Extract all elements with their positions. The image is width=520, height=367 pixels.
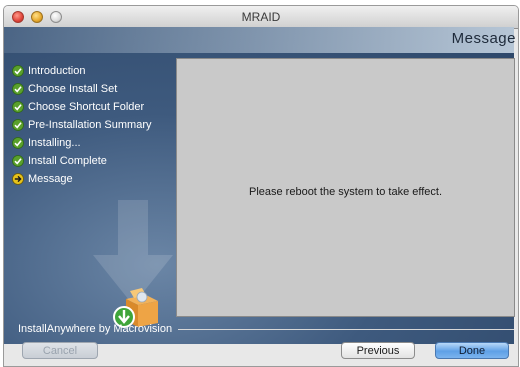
done-button[interactable]: Done — [435, 342, 509, 359]
title-bar: MRAID — [4, 6, 518, 29]
step-item-choose-install-set: Choose Install Set — [12, 80, 152, 98]
content-panel: Please reboot the system to take effect. — [176, 58, 515, 317]
step-item-installing: Installing... — [12, 134, 152, 152]
step-label: Message — [28, 173, 73, 185]
message-text: Please reboot the system to take effect. — [248, 186, 442, 198]
installer-brand: InstallAnywhere by Macrovision — [18, 323, 173, 335]
arrow-right-icon — [12, 173, 24, 185]
checkmark-icon — [12, 101, 24, 113]
step-list: Introduction Choose Install Set Choose S… — [12, 62, 152, 188]
footer-divider — [178, 329, 514, 330]
page-heading: Message — [451, 30, 516, 47]
step-item-message: Message — [12, 170, 152, 188]
step-item-choose-shortcut-folder: Choose Shortcut Folder — [12, 98, 152, 116]
step-label: Introduction — [28, 65, 86, 77]
step-item-install-complete: Install Complete — [12, 152, 152, 170]
checkmark-icon — [12, 83, 24, 95]
step-label: Choose Shortcut Folder — [28, 101, 145, 113]
checkmark-icon — [12, 65, 24, 77]
checkmark-icon — [12, 119, 24, 131]
window-title: MRAID — [241, 10, 281, 24]
step-item-pre-installation-summary: Pre-Installation Summary — [12, 116, 152, 134]
step-item-introduction: Introduction — [12, 62, 152, 80]
step-label: Install Complete — [28, 155, 107, 167]
step-label: Pre-Installation Summary — [28, 119, 152, 131]
step-label: Choose Install Set — [28, 83, 118, 95]
step-label: Installing... — [28, 137, 81, 149]
header-band — [4, 27, 514, 53]
checkmark-icon — [12, 137, 24, 149]
checkmark-icon — [12, 155, 24, 167]
previous-button[interactable]: Previous — [341, 342, 415, 359]
cancel-button[interactable]: Cancel — [22, 342, 98, 359]
